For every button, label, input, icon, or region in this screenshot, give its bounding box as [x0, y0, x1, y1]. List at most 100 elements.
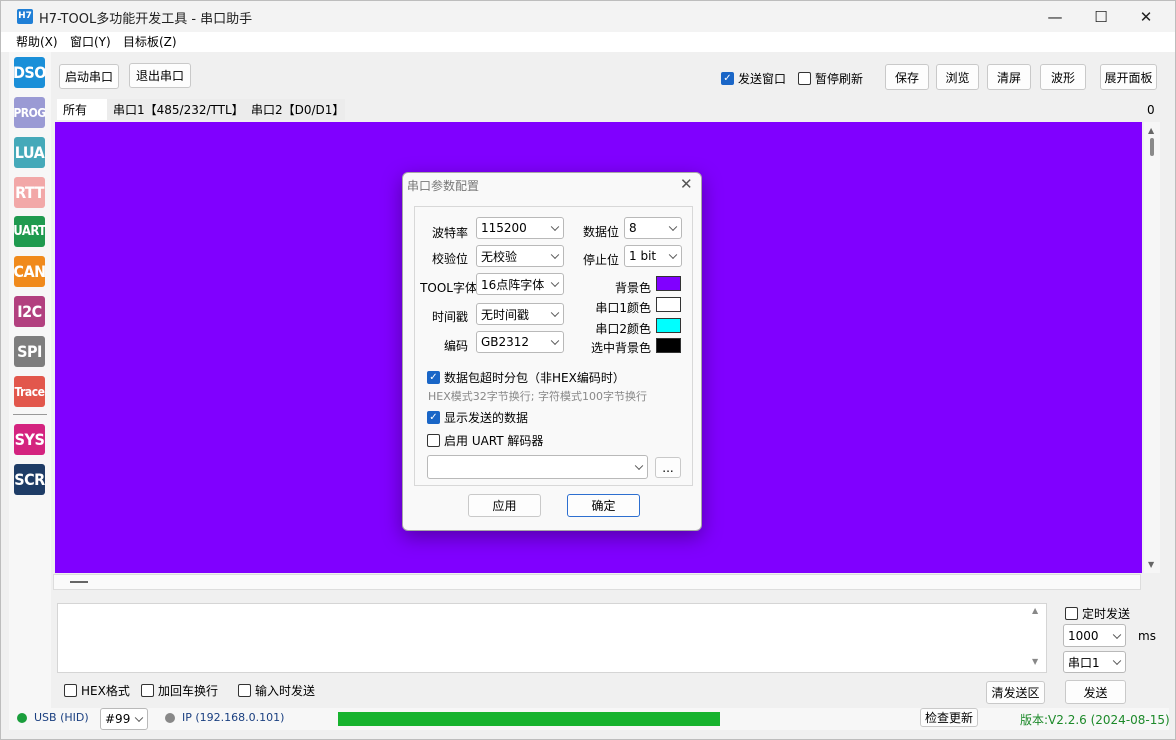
ok-button[interactable]: 确定	[567, 494, 640, 517]
font-value: 16点阵字体	[481, 277, 545, 292]
menu-window[interactable]: 窗口(Y)	[70, 33, 111, 50]
device-select[interactable]: #99	[100, 708, 148, 730]
menu-target-board[interactable]: 目标板(Z)	[123, 33, 177, 50]
dialog-close-icon[interactable]: ✕	[680, 175, 693, 193]
databits-value: 8	[629, 221, 637, 235]
packet-split-label: 数据包超时分包（非HEX编码时）	[444, 371, 625, 385]
device-value: #99	[105, 712, 131, 726]
terminal-scrollbar[interactable]: ▲ ▼	[1144, 122, 1160, 573]
serial-config-dialog: 串口参数配置 ✕ 波特率 115200 校验位 无校验 TOOL字体 16点阵字…	[402, 172, 702, 531]
send-port-select[interactable]: 串口1	[1063, 651, 1126, 673]
chevron-down-icon	[668, 222, 678, 232]
show-sent-label: 显示发送的数据	[444, 411, 529, 425]
close-icon: ✕	[1139, 7, 1153, 26]
timed-send-label: 定时发送	[1082, 607, 1131, 621]
port2-color-swatch[interactable]	[656, 318, 681, 333]
timestamp-select[interactable]: 无时间戳	[476, 303, 564, 325]
send-scroll-up-icon[interactable]: ▲	[1032, 606, 1038, 615]
sidebar-trace[interactable]: Trace	[14, 376, 45, 407]
uart-decoder-checkbox[interactable]: 启用 UART 解码器	[427, 432, 543, 449]
show-sent-checkbox[interactable]: ✓ 显示发送的数据	[427, 409, 528, 426]
version-label: 版本:V2.2.6 (2024-08-15)	[1020, 713, 1170, 727]
sidebar-sys[interactable]: SYS	[14, 424, 45, 455]
databits-select[interactable]: 8	[624, 217, 682, 239]
start-port-button[interactable]: 启动串口	[59, 64, 119, 89]
baud-select[interactable]: 115200	[476, 217, 564, 239]
chevron-down-icon	[550, 278, 560, 288]
send-scroll-down-icon[interactable]: ▼	[1032, 657, 1038, 666]
scroll-down-icon[interactable]: ▼	[1148, 560, 1154, 569]
usb-status-label: USB (HID)	[34, 711, 89, 724]
sel-bg-color-swatch[interactable]	[656, 338, 681, 353]
sidebar-i2c[interactable]: I2C	[14, 296, 45, 327]
checkbox-unchecked-icon	[64, 684, 77, 697]
port1-color-swatch[interactable]	[656, 297, 681, 312]
ip-status-label: IP (192.168.0.101)	[182, 711, 285, 724]
scroll-thumb[interactable]	[1150, 138, 1154, 156]
send-on-input-checkbox[interactable]: 输入时发送	[238, 682, 315, 699]
parity-select[interactable]: 无校验	[476, 245, 564, 267]
sidebar-scr[interactable]: SCR	[14, 464, 45, 495]
apply-button[interactable]: 应用	[468, 494, 541, 517]
font-label: TOOL字体	[420, 281, 477, 295]
font-select[interactable]: 16点阵字体	[476, 273, 564, 295]
sidebar-spi[interactable]: SPI	[14, 336, 45, 367]
sidebar-uart[interactable]: UART	[13, 216, 46, 247]
bg-color-label: 背景色	[614, 281, 651, 295]
exit-port-button[interactable]: 退出串口	[129, 63, 191, 88]
checkbox-unchecked-icon	[427, 434, 440, 447]
usb-status-icon	[17, 713, 27, 723]
minimize-button[interactable]: —	[1032, 1, 1078, 32]
hex-format-label: HEX格式	[81, 684, 130, 698]
hex-format-checkbox[interactable]: HEX格式	[64, 682, 130, 699]
sidebar-dso[interactable]: DSO	[13, 57, 47, 88]
sidebar-divider	[13, 414, 47, 415]
sidebar-lua[interactable]: LUA	[14, 137, 45, 168]
waveform-button[interactable]: 波形	[1040, 64, 1086, 90]
menu-bar	[1, 32, 1175, 52]
chevron-down-icon	[550, 222, 560, 232]
sidebar-rtt[interactable]: RTT	[14, 177, 45, 208]
uart-decoder-select[interactable]	[427, 455, 648, 479]
send-button[interactable]: 发送	[1065, 680, 1126, 704]
menu-help[interactable]: 帮助(X)	[16, 33, 58, 50]
ip-status-icon	[165, 713, 175, 723]
terminal-hscrollbar[interactable]	[53, 574, 1141, 590]
databits-label: 数据位	[582, 225, 619, 239]
expand-panel-button[interactable]: 展开面板	[1100, 64, 1157, 90]
encoding-select[interactable]: GB2312	[476, 331, 564, 353]
clear-screen-button[interactable]: 清屏	[987, 64, 1031, 90]
clear-send-button[interactable]: 清发送区	[986, 681, 1045, 704]
decoder-more-button[interactable]: ...	[655, 457, 681, 478]
send-input[interactable]	[57, 603, 1047, 673]
chevron-down-icon	[550, 308, 560, 318]
sel-bg-color-label: 选中背景色	[590, 341, 651, 355]
tab-all[interactable]: 所有	[57, 99, 107, 120]
browse-button[interactable]: 浏览	[936, 64, 979, 90]
save-button[interactable]: 保存	[885, 64, 929, 90]
stopbits-label: 停止位	[582, 253, 619, 267]
scroll-up-icon[interactable]: ▲	[1148, 126, 1154, 135]
sidebar-prog[interactable]: PROG	[13, 97, 46, 128]
add-crlf-checkbox[interactable]: 加回车换行	[141, 682, 218, 699]
sidebar-can[interactable]: CAN	[13, 256, 46, 287]
check-update-button[interactable]: 检查更新	[920, 708, 978, 727]
packet-split-hint: HEX模式32字节换行; 字符模式100字节换行	[428, 390, 647, 403]
hscroll-thumb[interactable]	[70, 581, 88, 583]
timestamp-label: 时间戳	[431, 310, 468, 324]
pause-refresh-checkbox[interactable]: 暂停刷新	[798, 70, 863, 87]
tab-port2[interactable]: 串口2【D0/D1】	[245, 99, 345, 120]
packet-split-checkbox[interactable]: ✓ 数据包超时分包（非HEX编码时）	[427, 369, 625, 386]
interval-select[interactable]: 1000	[1063, 624, 1126, 647]
bg-color-swatch[interactable]	[656, 276, 681, 291]
window-title: H7-TOOL多功能开发工具 - 串口助手	[39, 12, 253, 27]
timed-send-checkbox[interactable]: 定时发送	[1065, 605, 1130, 622]
close-button[interactable]: ✕	[1123, 1, 1169, 32]
tab-port1[interactable]: 串口1【485/232/TTL】	[107, 99, 245, 120]
interval-value: 1000	[1068, 628, 1099, 643]
send-window-checkbox[interactable]: ✓ 发送窗口	[721, 70, 786, 87]
maximize-button[interactable]: ☐	[1078, 1, 1124, 32]
parity-label: 校验位	[431, 252, 468, 266]
stopbits-select[interactable]: 1 bit	[624, 245, 682, 267]
checkbox-checked-icon: ✓	[427, 371, 440, 384]
